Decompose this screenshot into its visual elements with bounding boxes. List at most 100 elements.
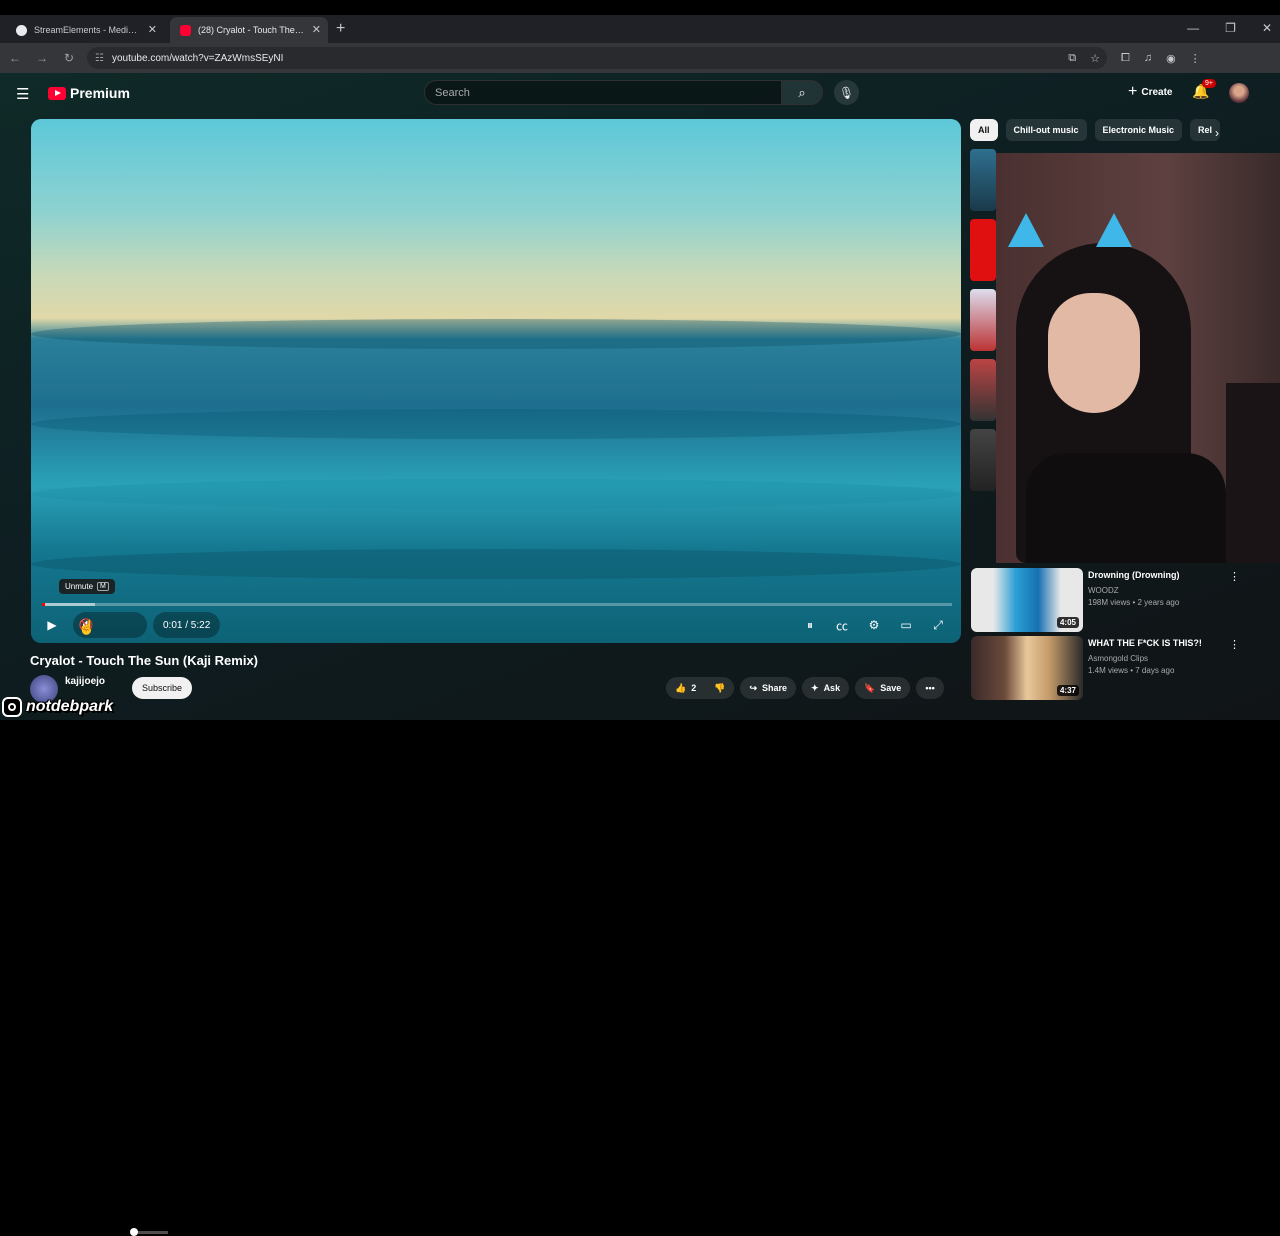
tooltip-label: Unmute (65, 582, 94, 591)
more-horizontal-icon: ••• (925, 683, 935, 693)
plus-icon: + (1128, 83, 1138, 100)
fullscreen-button[interactable]: ⤢ (925, 612, 951, 638)
time-display: 0:01 / 5:22 (153, 612, 221, 638)
theater-mode-button[interactable]: ▭ (893, 612, 919, 638)
fullscreen-icon: ⤢ (933, 617, 943, 632)
site-info-icon[interactable]: ☷ (95, 53, 104, 64)
back-icon[interactable]: ← (3, 51, 27, 65)
address-bar[interactable]: ☷ youtube.com/watch?v=ZAzWmsSEyNI ⧉ ☆ (87, 47, 1107, 69)
related-video-meta: 198M views • 2 years ago (1088, 598, 1180, 607)
url-text: youtube.com/watch?v=ZAzWmsSEyNI (111, 52, 284, 64)
ocean-wave-shape (31, 479, 961, 509)
more-vertical-icon[interactable]: ⋮ (1229, 570, 1240, 583)
create-label: Create (1141, 86, 1173, 98)
settings-button[interactable]: ⚙ (861, 612, 887, 638)
search-button[interactable]: ⌕ (781, 80, 823, 105)
instagram-handle: notdebpark (26, 698, 114, 715)
chip-electronic[interactable]: Electronic Music (1094, 119, 1183, 141)
streamer-webcam-overlay (996, 153, 1280, 563)
progress-bar[interactable] (42, 603, 952, 606)
related-thumbnail[interactable] (970, 359, 996, 421)
ocean-wave-shape (31, 409, 961, 439)
player-right-controls: ⏸ ㏄ ⚙ ▭ ⤢ (797, 612, 951, 638)
related-video-thumbnail[interactable]: 4:37 (971, 636, 1083, 700)
minimize-icon[interactable]: — (1187, 21, 1199, 35)
browser-menu-icon[interactable]: ⋮ (1190, 52, 1201, 65)
related-video-thumbnail[interactable]: 4:05 (971, 568, 1083, 632)
microphone-icon: 🎙 (838, 85, 855, 100)
video-duration: 4:05 (1056, 617, 1079, 628)
profile-icon[interactable]: ◉ (1166, 52, 1176, 65)
volume-slider-knob[interactable] (130, 1228, 138, 1236)
webcam-face (1048, 293, 1140, 413)
related-thumbnail[interactable] (970, 289, 996, 351)
related-video-item[interactable]: 4:37 WHAT THE F*CK IS THIS?! Asmongold C… (971, 636, 1271, 700)
pause-autoplay-button[interactable]: ⏸ (797, 612, 823, 638)
sparkle-icon: ✦ (811, 682, 819, 693)
player-controls: ▶ 🔇 0:01 / 5:22 ⏸ ㏄ ⚙ ▭ ⤢ (31, 608, 961, 1236)
related-video-title[interactable]: WHAT THE F*CK IS THIS?! (1088, 638, 1248, 648)
channel-name[interactable]: kajijoejo (65, 676, 105, 687)
play-button[interactable]: ▶ (39, 612, 65, 638)
video-actions: 👍 2 👎 ↪ Share ✦ Ask 🔖 Save ••• (666, 677, 944, 699)
extensions-icon[interactable]: ⧠ (1121, 52, 1130, 65)
related-thumbnail[interactable] (970, 429, 996, 491)
new-tab-button[interactable]: + (336, 20, 345, 38)
share-label: Share (762, 683, 788, 693)
related-video-meta: 1.4M views • 7 days ago (1088, 666, 1175, 675)
related-filter-chips: All Chill-out music Electronic Music Rel (970, 119, 1221, 141)
chevron-right-icon[interactable]: › (1215, 126, 1219, 140)
close-tab-icon[interactable]: ✕ (148, 23, 157, 36)
share-button[interactable]: ↪ Share (740, 677, 797, 699)
progress-buffer (42, 603, 95, 606)
thumbs-down-icon: 👎 (714, 682, 726, 693)
voice-search-button[interactable]: 🎙 (834, 80, 859, 105)
youtube-play-logo-icon (48, 86, 66, 100)
related-video-item[interactable]: 4:05 Drowning (Drowning) WOODZ 198M view… (971, 568, 1271, 632)
ocean-wave-shape (31, 549, 961, 579)
chip-chill-out[interactable]: Chill-out music (1005, 119, 1087, 141)
close-tab-icon[interactable]: ✕ (312, 23, 321, 36)
youtube-header: ☰ Premium Search ⌕ 🎙 + Create 🔔 9+ (0, 73, 1280, 113)
window-controls: — ❐ ✕ (1187, 21, 1272, 35)
reload-icon[interactable]: ↻ (57, 51, 81, 65)
maximize-icon[interactable]: ❐ (1225, 21, 1236, 35)
youtube-favicon-icon (180, 25, 191, 36)
create-button[interactable]: + Create (1120, 80, 1180, 104)
youtube-premium-logo[interactable]: Premium (48, 85, 130, 101)
dislike-button[interactable]: 👎 (705, 677, 734, 699)
video-player[interactable] (31, 119, 961, 643)
like-count: 2 (691, 683, 697, 693)
extension-icons: ⧠ ♫ ◉ ⋮ (1121, 52, 1201, 65)
related-thumbnail[interactable] (970, 219, 996, 281)
chip-all[interactable]: All (970, 119, 998, 141)
progress-played (42, 603, 45, 606)
close-window-icon[interactable]: ✕ (1262, 21, 1272, 35)
related-video-channel[interactable]: WOODZ (1088, 586, 1119, 595)
webcam-body (1026, 453, 1226, 563)
browser-tab-bar: StreamElements - Media reque ✕ (28) Crya… (0, 15, 1280, 43)
notification-badge: 9+ (1202, 79, 1216, 88)
search-input[interactable]: Search (424, 80, 782, 105)
hamburger-menu-icon[interactable]: ☰ (16, 85, 29, 103)
related-thumbnail[interactable] (970, 149, 996, 211)
install-app-icon[interactable]: ⧉ (1068, 52, 1076, 65)
logo-text: Premium (70, 85, 130, 101)
ask-button[interactable]: ✦ Ask (802, 677, 850, 699)
tab-youtube[interactable]: (28) Cryalot - Touch The Sun (K ✕ (170, 17, 328, 43)
webcam-chair (1226, 383, 1280, 563)
related-video-title[interactable]: Drowning (Drowning) (1088, 570, 1248, 580)
tab-title: StreamElements - Media reque (34, 25, 140, 35)
related-video-channel[interactable]: Asmongold Clips (1088, 654, 1148, 663)
bookmark-star-icon[interactable]: ☆ (1090, 52, 1100, 65)
like-button[interactable]: 👍 2 (666, 677, 705, 699)
tab-streamelements[interactable]: StreamElements - Media reque ✕ (6, 17, 164, 43)
account-avatar[interactable] (1229, 83, 1249, 103)
forward-icon[interactable]: → (30, 51, 54, 65)
more-actions-button[interactable]: ••• (916, 677, 944, 699)
captions-button[interactable]: ㏄ (829, 612, 855, 638)
media-controls-icon[interactable]: ♫ (1144, 52, 1152, 65)
save-button[interactable]: 🔖 Save (855, 677, 911, 699)
more-vertical-icon[interactable]: ⋮ (1229, 638, 1240, 651)
subscribe-button[interactable]: Subscribe (132, 677, 193, 699)
